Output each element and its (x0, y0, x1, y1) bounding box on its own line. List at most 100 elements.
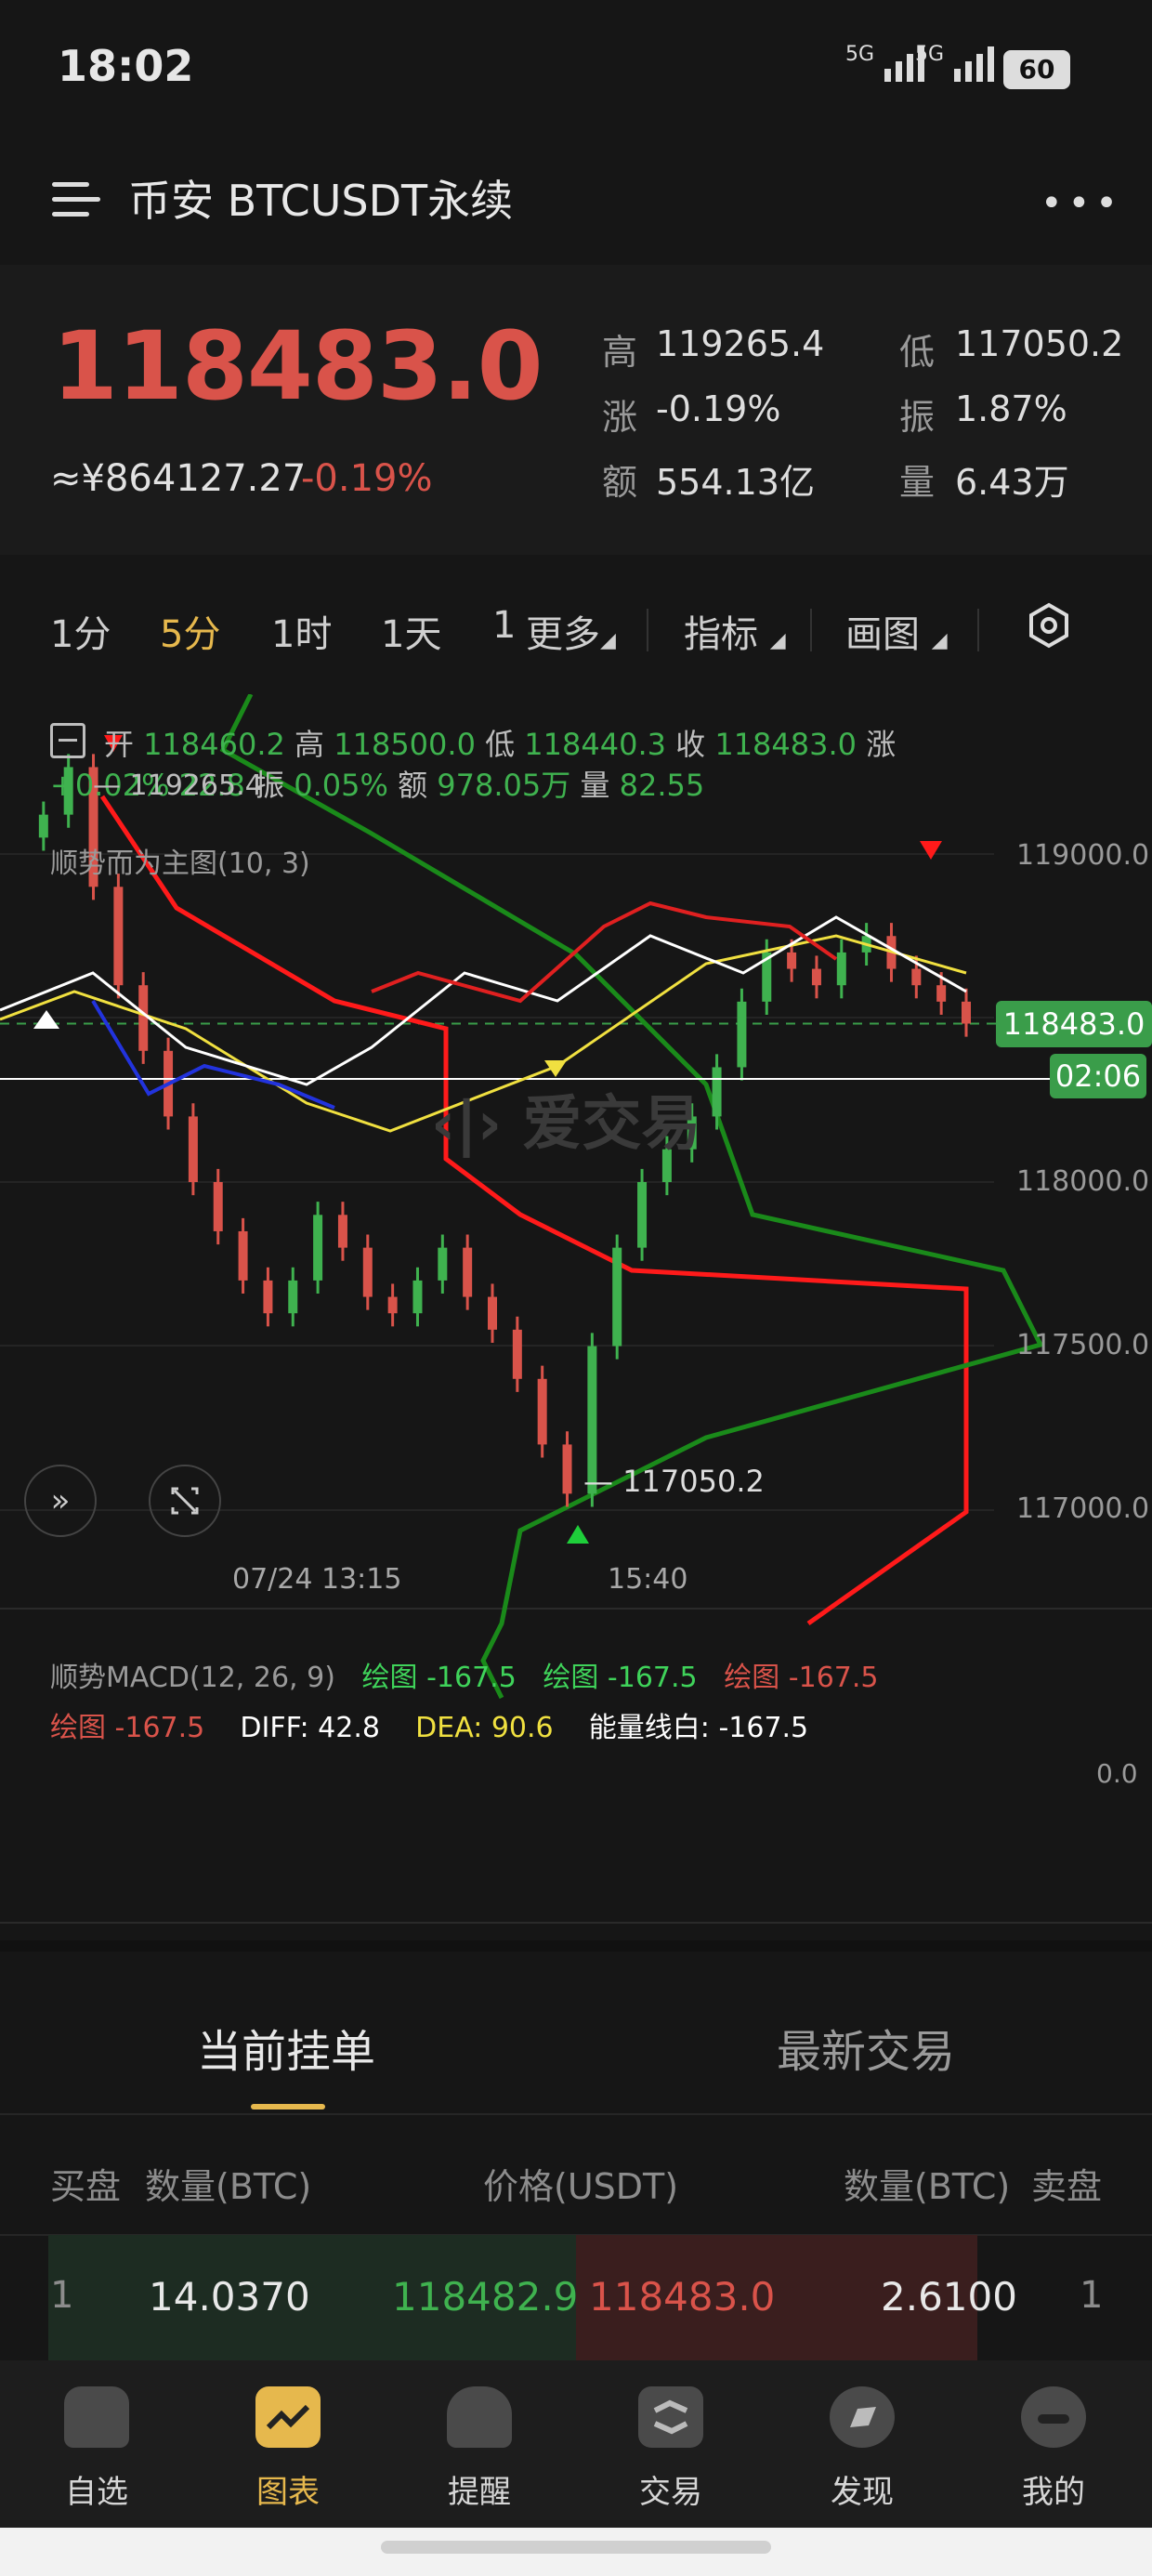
scroll-latest-icon[interactable]: » (24, 1465, 97, 1537)
watermark-logo: ‹|› 爱交易 (431, 1090, 701, 1159)
tab-5m[interactable]: 5分 (160, 604, 220, 658)
trade-icon (638, 2386, 703, 2448)
candle-body (138, 985, 149, 1051)
nav-watchlist[interactable]: 自选 (41, 2386, 152, 2512)
ohlc-legend: 开 118460.2 高 118500.0 低 118440.3 收 11848… (104, 721, 896, 764)
high-marker-value: 119265.4 (129, 769, 263, 802)
high-marker-label: — 119265.4 (93, 769, 263, 802)
macd-zero-label: 0.0 (1096, 1758, 1138, 1789)
nav-label: 提醒 (448, 2474, 511, 2511)
change-pct: -0.19% (301, 457, 433, 500)
candle-body (537, 1378, 547, 1445)
nav-label: 图表 (256, 2474, 320, 2511)
candle-body (936, 985, 947, 1002)
bid-price: 118482.9 (392, 2274, 579, 2320)
stat-turnover-value: 554.13亿 (656, 462, 815, 503)
legend-change-label: 涨 (866, 727, 897, 762)
legend-volume-value: 82.55 (619, 768, 705, 803)
cny-price: ≈¥864127.27 (50, 457, 307, 500)
bell-icon (447, 2386, 512, 2448)
sell-signal-icon (920, 841, 942, 860)
tab-open-orders[interactable]: 当前挂单 (197, 2015, 375, 2080)
stat-volume-label: 量 (899, 462, 936, 503)
home-indicator[interactable] (381, 2541, 771, 2554)
signal-label-2: 5G (915, 43, 945, 66)
fullscreen-icon[interactable] (149, 1465, 221, 1537)
tab-draw[interactable]: 画图 ◢ (845, 604, 948, 658)
macd-diff: DIFF: 42.8 (240, 1712, 380, 1744)
tab-1d[interactable]: 1天 (381, 604, 441, 658)
tab-draw-label: 画图 (845, 613, 920, 656)
more-icon[interactable]: ••• (1041, 182, 1123, 225)
header-price: 价格(USDT) (483, 2166, 679, 2207)
tab-latest-trades[interactable]: 最新交易 (777, 2015, 955, 2080)
signal-icon-2: 5G (915, 43, 1006, 84)
nav-chart[interactable]: 图表 (232, 2386, 344, 2512)
tab-indicators-label: 指标 (684, 613, 758, 656)
nav-label: 发现 (831, 2474, 894, 2511)
bid-index: 1 (50, 2274, 74, 2317)
page-title[interactable]: 币安 BTCUSDT永续 (128, 167, 513, 229)
macd-plot-4: 绘图 -167.5 (50, 1712, 205, 1744)
legend-amount-label: 额 (398, 768, 428, 803)
low-marker-value: 117050.2 (622, 1464, 765, 1499)
tab-indicators[interactable]: 指标 ◢ (684, 604, 786, 658)
tab-more-label: 更多 (526, 613, 600, 656)
ask-index: 1 (1080, 2274, 1104, 2317)
chart-settings-icon[interactable] (1028, 602, 1070, 652)
macd-plot-2: 绘图 -167.5 (543, 1662, 698, 1694)
candle-body (463, 1247, 473, 1297)
nav-label: 我的 (1022, 2474, 1085, 2511)
discover-icon (830, 2386, 895, 2448)
watchlist-icon (64, 2386, 129, 2448)
tab-1[interactable]: 1 (492, 604, 516, 647)
chart-canvas[interactable] (0, 694, 1152, 1939)
macd-dea: DEA: 90.6 (415, 1712, 554, 1744)
status-time: 18:02 (58, 41, 194, 91)
collapse-icon[interactable] (50, 723, 85, 758)
candle-body (387, 1296, 398, 1314)
nav-alerts[interactable]: 提醒 (424, 2386, 535, 2512)
tab-more[interactable]: 更多◢ (526, 604, 616, 658)
stat-high-label: 高 (602, 332, 638, 373)
legend-close-label: 收 (675, 727, 706, 762)
bid-qty: 14.0370 (149, 2274, 310, 2320)
candle-body (512, 1329, 522, 1379)
indicator-label: 顺势而为主图(10, 3) (50, 848, 310, 880)
legend-close-value: 118483.0 (714, 727, 857, 762)
nav-discover[interactable]: 发现 (806, 2386, 918, 2512)
stat-volume-value: 6.43万 (955, 462, 1069, 503)
header-asks: 卖盘 (1031, 2166, 1103, 2207)
candle-body (412, 1280, 423, 1314)
caret-down-icon: ◢ (769, 629, 786, 652)
candle-body (911, 968, 922, 986)
macd-legend: 顺势MACD(12, 26, 9) 绘图 -167.5 绘图 -167.5 绘图… (50, 1654, 879, 1695)
candle-body (337, 1215, 347, 1248)
candle-body (113, 887, 124, 986)
nav-trade[interactable]: 交易 (615, 2386, 727, 2512)
price-axis-label: 119000.0 (1016, 839, 1150, 872)
table-row[interactable]: 1 14.0370 118482.9 118483.0 2.6100 1 (0, 2235, 1152, 2360)
candle-body (811, 968, 821, 986)
tab-divider (647, 609, 648, 651)
candle-body (288, 1280, 298, 1314)
active-tab-indicator (251, 2104, 325, 2109)
price-axis-label: 117000.0 (1016, 1492, 1150, 1525)
legend-open-value: 118460.2 (143, 727, 285, 762)
legend-volume-label: 量 (580, 768, 610, 803)
stat-change-value: -0.19% (656, 388, 781, 429)
buy-signal-icon (567, 1525, 589, 1544)
candle-body (562, 1444, 572, 1494)
ask-price: 118483.0 (589, 2274, 776, 2320)
tab-1m[interactable]: 1分 (50, 604, 111, 658)
profile-icon (1021, 2386, 1086, 2448)
candle-body (737, 1001, 747, 1068)
menu-icon[interactable] (52, 177, 104, 223)
header-ask-qty: 数量(BTC) (844, 2166, 1011, 2207)
divider (0, 2113, 1152, 2115)
tab-1h[interactable]: 1时 (271, 604, 332, 658)
macd-plot-1: 绘图 -167.5 (361, 1662, 517, 1694)
macd-buy-icon (33, 1010, 59, 1029)
nav-profile[interactable]: 我的 (998, 2386, 1109, 2512)
time-axis-label: 07/24 13:15 (232, 1563, 402, 1596)
